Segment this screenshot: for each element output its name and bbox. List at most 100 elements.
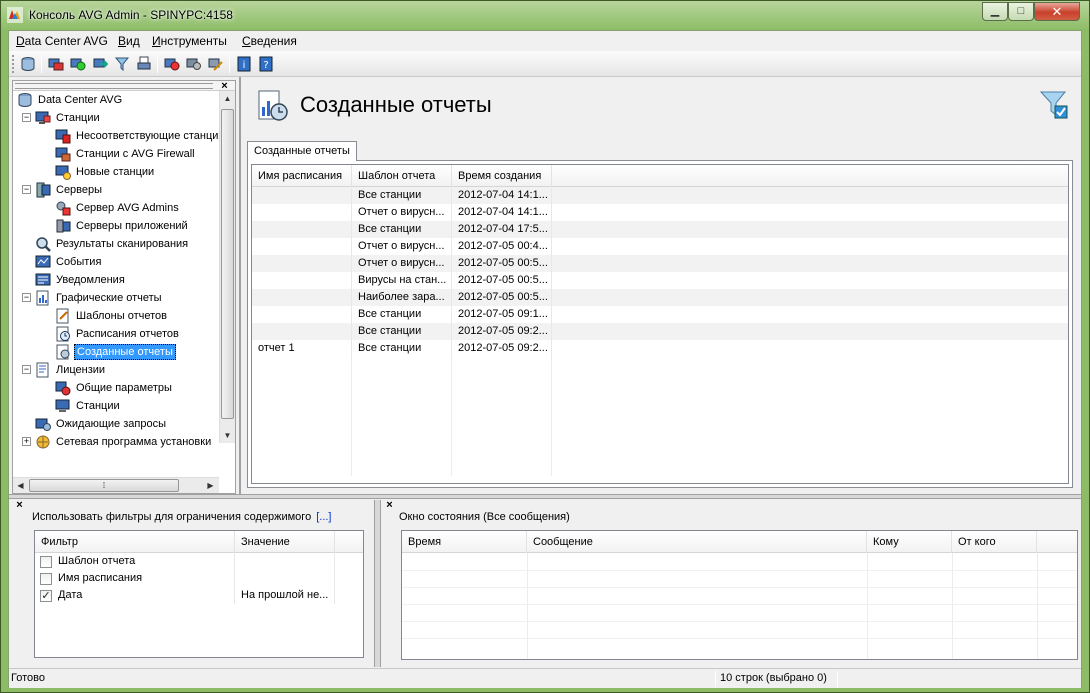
tree-item-report-schedules[interactable]: Расписания отчетов	[55, 325, 181, 343]
menu-tools[interactable]: Инструменты	[152, 34, 227, 48]
alert-icon[interactable]	[163, 55, 181, 73]
minimize-button[interactable]: ▁	[982, 2, 1008, 21]
panel-grip[interactable]	[15, 83, 213, 89]
collapse-graphic-reports-icon[interactable]: −	[22, 293, 31, 302]
column-header-message[interactable]: Сообщение	[527, 531, 867, 553]
tab-created-reports[interactable]: Созданные отчеты	[247, 141, 357, 161]
filter-edit-link[interactable]: [...]	[316, 511, 331, 523]
table-row[interactable]: Все станции 2012-07-04 14:1...	[252, 187, 1068, 204]
tree-item-stations[interactable]: Станции	[35, 109, 102, 127]
bottom-vertical-splitter[interactable]	[374, 500, 381, 667]
filter-value[interactable]: На прошлой не...	[235, 587, 335, 604]
status-panel-title: Окно состояния (Все сообщения)	[399, 511, 570, 523]
table-row[interactable]: Все станции 2012-07-04 17:5...	[252, 221, 1068, 238]
info-icon[interactable]: i	[235, 55, 253, 73]
tree-item-app-servers[interactable]: Серверы приложений	[55, 217, 190, 235]
scroll-right-icon[interactable]: ▶	[203, 478, 218, 493]
export-icon[interactable]	[91, 55, 109, 73]
table-row[interactable]: Отчет о вирусн... 2012-07-05 00:4...	[252, 238, 1068, 255]
tree-item-notifications[interactable]: Уведомления	[35, 271, 127, 289]
horizontal-splitter[interactable]	[9, 494, 1081, 499]
column-header-from[interactable]: От кого	[952, 531, 1037, 553]
expand-network-installer-icon[interactable]: +	[22, 437, 31, 446]
tree-item-label: Общие параметры	[76, 382, 172, 394]
column-header-filler	[1037, 531, 1077, 553]
table-row[interactable]: Отчет о вирусн... 2012-07-05 00:5...	[252, 255, 1068, 272]
tree-item-scan-results[interactable]: Результаты сканирования	[35, 235, 190, 253]
scroll-down-icon[interactable]: ▼	[220, 428, 235, 443]
table-row[interactable]: Вирусы на стан... 2012-07-05 00:5...	[252, 272, 1068, 289]
filter-row[interactable]: ✓ Дата На прошлой не...	[35, 587, 363, 604]
cell-filler	[552, 221, 1068, 238]
print-icon[interactable]	[135, 55, 153, 73]
scroll-left-icon[interactable]: ◀	[13, 478, 28, 493]
scroll-thumb[interactable]	[221, 109, 234, 419]
table-row[interactable]: Наиболее зара... 2012-07-05 00:5...	[252, 289, 1068, 306]
collapse-servers-icon[interactable]: −	[22, 185, 31, 194]
menu-info[interactable]: Сведения	[242, 34, 297, 48]
settings-icon[interactable]	[185, 55, 203, 73]
title-bar[interactable]: Консоль AVG Admin - SPINYPC:4158 ▁ □ ✕	[1, 1, 1089, 29]
filter-funnel-icon[interactable]	[1039, 89, 1069, 121]
column-header-time[interactable]: Время	[402, 531, 527, 553]
filter-icon[interactable]	[113, 55, 131, 73]
filter-checkbox[interactable]	[40, 555, 52, 568]
refresh-icon[interactable]	[69, 55, 87, 73]
database-icon[interactable]	[19, 55, 37, 73]
tree-item-firewall-stations[interactable]: Станции с AVG Firewall	[55, 145, 197, 163]
filter-value[interactable]	[235, 553, 335, 570]
menu-view[interactable]: Вид	[118, 34, 140, 48]
maximize-button[interactable]: □	[1008, 2, 1034, 21]
scroll-up-icon[interactable]: ▲	[220, 91, 235, 106]
filter-row[interactable]: Шаблон отчета	[35, 553, 363, 570]
filter-checkbox-checked[interactable]: ✓	[40, 589, 52, 602]
table-row[interactable]: Все станции 2012-07-05 09:2...	[252, 323, 1068, 340]
station-new-icon	[55, 165, 71, 180]
column-header-created-time[interactable]: Время создания	[452, 165, 552, 187]
tree-item-created-reports[interactable]: Созданные отчеты	[55, 343, 176, 361]
tree-item-servers[interactable]: Серверы	[35, 181, 104, 199]
table-row[interactable]: отчет 1 Все станции 2012-07-05 09:2...	[252, 340, 1068, 357]
stations-icon[interactable]	[47, 55, 65, 73]
tree-item-pending-requests[interactable]: Ожидающие запросы	[35, 415, 168, 433]
column-header-filter[interactable]: Фильтр	[35, 531, 235, 553]
edit-icon[interactable]	[207, 55, 225, 73]
tree-item-events[interactable]: События	[35, 253, 103, 271]
cell-schedule-name	[252, 425, 352, 442]
column-header-schedule-name[interactable]: Имя расписания	[252, 165, 352, 187]
table-row[interactable]: Все станции 2012-07-05 09:1...	[252, 306, 1068, 323]
cell-created-time	[452, 391, 552, 408]
events-icon	[35, 255, 51, 268]
tree-item-general-params[interactable]: Общие параметры	[55, 379, 174, 397]
help-icon[interactable]: ?	[257, 55, 275, 73]
filter-row[interactable]: Имя расписания	[35, 570, 363, 587]
cell-filler	[552, 442, 1068, 459]
cell-report-template: Отчет о вирусн...	[352, 204, 452, 221]
tree-item-new-stations[interactable]: Новые станции	[55, 163, 156, 181]
toolbar-grip[interactable]	[12, 55, 15, 73]
tree-item-report-templates[interactable]: Шаблоны отчетов	[55, 307, 169, 325]
tree-root-data-center[interactable]: Data Center AVG	[17, 91, 124, 109]
tree-vertical-scrollbar[interactable]: ▲ ▼	[219, 91, 235, 443]
close-button[interactable]: ✕	[1034, 2, 1080, 21]
tree-item-licenses[interactable]: Лицензии	[35, 361, 107, 379]
tree-item-network-installer[interactable]: Сетевая программа установки	[35, 433, 213, 451]
close-status-panel-icon[interactable]: ×	[384, 500, 395, 511]
licenses-icon	[36, 362, 49, 378]
tree-item-license-stations[interactable]: Станции	[55, 397, 122, 415]
close-filter-panel-icon[interactable]: ×	[14, 500, 25, 511]
column-header-value[interactable]: Значение	[235, 531, 335, 553]
tree-item-graphic-reports[interactable]: Графические отчеты	[35, 289, 164, 307]
column-header-report-template[interactable]: Шаблон отчета	[352, 165, 452, 187]
collapse-stations-icon[interactable]: −	[22, 113, 31, 122]
tree-horizontal-scrollbar[interactable]: ◀ ⁞ ▶	[13, 477, 219, 493]
collapse-licenses-icon[interactable]: −	[22, 365, 31, 374]
tree-item-noncompliant-stations[interactable]: Несоответствующие станции	[55, 127, 227, 145]
tree-item-avg-admin-server[interactable]: Сервер AVG Admins	[55, 199, 181, 217]
scroll-thumb[interactable]: ⁞	[29, 479, 179, 492]
filter-checkbox[interactable]	[40, 572, 52, 585]
table-row[interactable]: Отчет о вирусн... 2012-07-04 14:1...	[252, 204, 1068, 221]
column-header-to[interactable]: Кому	[867, 531, 952, 553]
menu-data-center[interactable]: Data Center AVG	[16, 34, 108, 48]
filter-value[interactable]	[235, 570, 335, 587]
